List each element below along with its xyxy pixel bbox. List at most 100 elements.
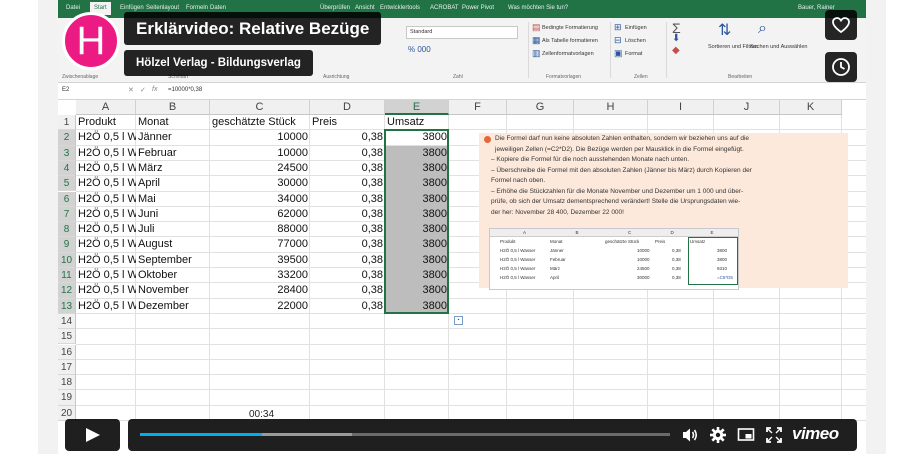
cell-a6[interactable]: H2Ö 0,5 l Wasser	[76, 192, 136, 207]
cell-c1[interactable]: geschätzte Stück	[210, 115, 310, 130]
cell-a11[interactable]: H2Ö 0,5 l Wasser	[76, 268, 136, 283]
cell-a7[interactable]: H2Ö 0,5 l Wasser	[76, 207, 136, 222]
cell-a4[interactable]: H2Ö 0,5 l Wasser	[76, 161, 136, 176]
cell-a13[interactable]: H2Ö 0,5 l Wasser	[76, 299, 136, 314]
cell-e10[interactable]: 3800	[385, 253, 449, 268]
fullscreen-icon[interactable]	[765, 426, 783, 444]
cell-d6[interactable]: 0,38	[310, 192, 385, 207]
cell-b5[interactable]: April	[136, 176, 210, 191]
column-header-i[interactable]: I	[648, 100, 714, 115]
channel-logo[interactable]: H	[62, 12, 120, 70]
vimeo-logo[interactable]: vimeo	[792, 424, 839, 444]
column-header-h[interactable]: H	[574, 100, 648, 115]
cell-e3[interactable]: 3800	[385, 146, 449, 161]
row-header[interactable]: 8	[58, 222, 76, 238]
cell-a2[interactable]: H2Ö 0,5 l Wasser	[76, 130, 136, 145]
column-header-a[interactable]: A	[76, 100, 136, 115]
pip-icon[interactable]	[737, 426, 755, 444]
row-header[interactable]: 19	[58, 390, 76, 406]
cell-c11[interactable]: 33200	[210, 268, 310, 283]
column-header-b[interactable]: B	[136, 100, 210, 115]
video-title[interactable]: Erklärvideo: Relative Bezüge	[124, 12, 382, 45]
column-header-k[interactable]: K	[780, 100, 842, 115]
row-header[interactable]: 16	[58, 344, 76, 360]
column-header-j[interactable]: J	[714, 100, 780, 115]
cell-b7[interactable]: Juni	[136, 207, 210, 222]
cell-e8[interactable]: 3800	[385, 222, 449, 237]
cell-e13[interactable]: 3800	[385, 299, 449, 314]
row-header[interactable]: 4	[58, 160, 76, 177]
cell-e7[interactable]: 3800	[385, 207, 449, 222]
cell-e12[interactable]: 3800	[385, 283, 449, 298]
cell-c5[interactable]: 30000	[210, 176, 310, 191]
cell-a3[interactable]: H2Ö 0,5 l Wasser	[76, 146, 136, 161]
cell-d7[interactable]: 0,38	[310, 207, 385, 222]
row-header[interactable]: 10	[58, 252, 76, 268]
cell-c9[interactable]: 77000	[210, 237, 310, 252]
cell-b3[interactable]: Februar	[136, 146, 210, 161]
row-header[interactable]: 15	[58, 329, 76, 345]
cell-b10[interactable]: September	[136, 253, 210, 268]
cell-b1[interactable]: Monat	[136, 115, 210, 130]
cell-b11[interactable]: Oktober	[136, 268, 210, 283]
cell-c2[interactable]: 10000	[210, 130, 310, 145]
cell-a12[interactable]: H2Ö 0,5 l Wasser	[76, 283, 136, 298]
cell-e6[interactable]: 3800	[385, 192, 449, 207]
cell-b8[interactable]: Juli	[136, 222, 210, 237]
cell-d1[interactable]: Preis	[310, 115, 385, 130]
row-header[interactable]: 2	[58, 130, 76, 146]
cell-e4[interactable]: 3800	[385, 161, 449, 176]
row-header[interactable]: 18	[58, 375, 76, 391]
cell-b13[interactable]: Dezember	[136, 299, 210, 314]
cell-d12[interactable]: 0,38	[310, 283, 385, 298]
play-button[interactable]	[65, 419, 120, 451]
row-header[interactable]: 11	[58, 268, 76, 284]
cell-d2[interactable]: 0,38	[310, 130, 385, 145]
cell-d9[interactable]: 0,38	[310, 237, 385, 252]
cell-c4[interactable]: 24500	[210, 161, 310, 176]
cell-e11[interactable]: 3800	[385, 268, 449, 283]
cell-e9[interactable]: 3800	[385, 237, 449, 252]
cell-b2[interactable]: Jänner	[136, 130, 210, 145]
row-header[interactable]: 14	[58, 313, 76, 330]
settings-icon[interactable]	[709, 426, 727, 444]
row-header[interactable]: 3	[58, 145, 76, 161]
cell-c10[interactable]: 39500	[210, 253, 310, 268]
cell-b9[interactable]: August	[136, 237, 210, 252]
cell-a10[interactable]: H2Ö 0,5 l Wasser	[76, 253, 136, 268]
volume-icon[interactable]	[681, 426, 699, 444]
cell-b12[interactable]: November	[136, 283, 210, 298]
video-byline[interactable]: Hölzel Verlag - Bildungsverlag	[124, 50, 313, 76]
column-header-c[interactable]: C	[210, 100, 310, 115]
cell-e5[interactable]: 3800	[385, 176, 449, 191]
row-header[interactable]: 7	[58, 206, 76, 223]
cell-b6[interactable]: Mai	[136, 192, 210, 207]
row-header[interactable]: 13	[58, 298, 76, 314]
cell-c13[interactable]: 22000	[210, 299, 310, 314]
row-header[interactable]: 5	[58, 176, 76, 192]
cell-e2[interactable]: 3800	[385, 130, 449, 145]
column-header-g[interactable]: G	[507, 100, 574, 115]
row-header[interactable]: 9	[58, 237, 76, 253]
cell-b4[interactable]: März	[136, 161, 210, 176]
cell-d3[interactable]: 0,38	[310, 146, 385, 161]
column-header-f[interactable]: F	[449, 100, 507, 115]
column-header-e[interactable]: E	[385, 100, 449, 115]
cell-c3[interactable]: 10000	[210, 146, 310, 161]
progress-bar[interactable]	[140, 433, 670, 436]
cell-a9[interactable]: H2Ö 0,5 l Wasser	[76, 237, 136, 252]
row-header[interactable]: 6	[58, 191, 76, 207]
cell-a5[interactable]: H2Ö 0,5 l Wasser	[76, 176, 136, 191]
cell-d13[interactable]: 0,38	[310, 299, 385, 314]
cell-c8[interactable]: 88000	[210, 222, 310, 237]
cell-d5[interactable]: 0,38	[310, 176, 385, 191]
column-header-d[interactable]: D	[310, 100, 385, 115]
cell-e1[interactable]: Umsatz	[385, 115, 449, 130]
row-header[interactable]: 12	[58, 283, 76, 299]
row-header[interactable]: 17	[58, 359, 76, 376]
cell-c6[interactable]: 34000	[210, 192, 310, 207]
cell-a1[interactable]: Produkt	[76, 115, 136, 130]
watch-later-button[interactable]	[825, 52, 857, 82]
row-header[interactable]: 1	[58, 115, 76, 131]
cell-d10[interactable]: 0,38	[310, 253, 385, 268]
